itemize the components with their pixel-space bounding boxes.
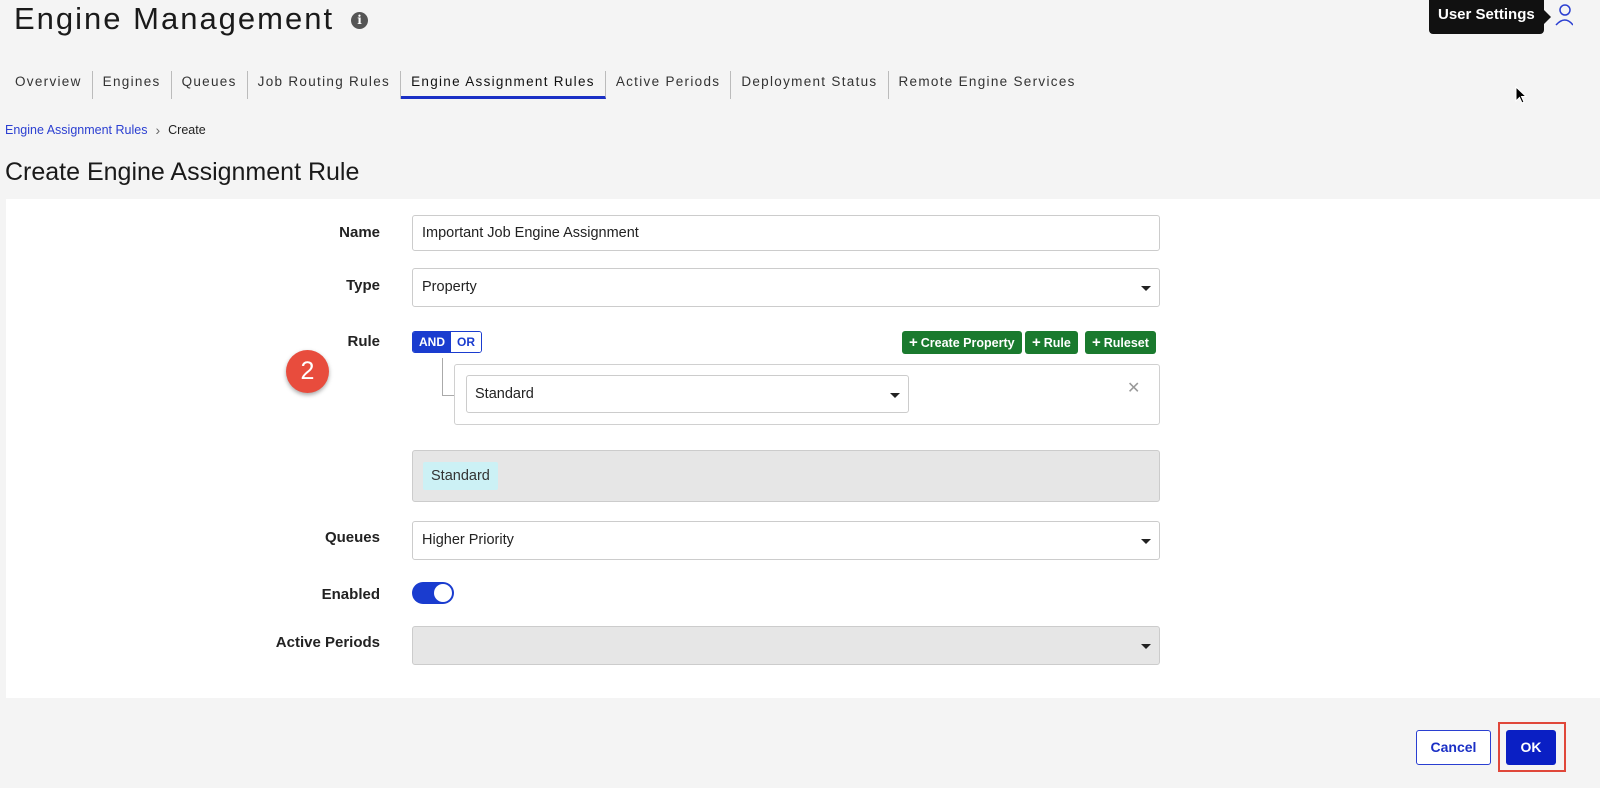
tab-overview[interactable]: Overview	[5, 71, 93, 99]
user-settings-tooltip: User Settings	[1429, 0, 1551, 34]
name-input[interactable]: Important Job Engine Assignment	[412, 215, 1160, 251]
add-rule-button[interactable]: + Rule	[1025, 331, 1078, 354]
chevron-down-icon	[1141, 286, 1151, 291]
tab-engines[interactable]: Engines	[93, 71, 172, 99]
create-property-label: Create Property	[920, 336, 1015, 350]
tab-queues[interactable]: Queues	[172, 71, 248, 99]
user-icon[interactable]	[1553, 3, 1573, 29]
add-rule-label: Rule	[1043, 336, 1071, 350]
cancel-button[interactable]: Cancel	[1416, 730, 1491, 765]
queues-select[interactable]: Higher Priority	[412, 521, 1160, 560]
ok-button[interactable]: OK	[1506, 730, 1556, 765]
breadcrumb: Engine Assignment Rules › Create	[5, 122, 206, 138]
type-select-value: Property	[422, 279, 477, 295]
queues-label: Queues	[324, 529, 380, 546]
tab-engine-assignment-rules[interactable]: Engine Assignment Rules	[401, 71, 606, 99]
tab-active-periods[interactable]: Active Periods	[606, 71, 732, 99]
chevron-down-icon	[890, 393, 900, 398]
enabled-toggle[interactable]	[412, 582, 454, 604]
chevron-down-icon	[1141, 539, 1151, 544]
toggle-knob	[434, 584, 452, 602]
chevron-right-icon: ›	[155, 122, 161, 138]
info-icon[interactable]: i	[351, 12, 368, 29]
tab-bar: Overview Engines Queues Job Routing Rule…	[5, 71, 1086, 99]
rule-preview-chip: Standard	[423, 462, 498, 490]
rule-property-value: Standard	[475, 386, 534, 402]
active-periods-select[interactable]	[412, 626, 1160, 665]
step-badge: 2	[286, 350, 329, 393]
tab-job-routing-rules[interactable]: Job Routing Rules	[248, 71, 402, 99]
rule-label: Rule	[347, 333, 380, 350]
and-button[interactable]: AND	[413, 332, 451, 352]
plus-icon: +	[1032, 334, 1041, 351]
or-button[interactable]: OR	[451, 332, 481, 352]
rule-property-select[interactable]: Standard	[466, 375, 909, 413]
app-title: Engine Management	[14, 1, 335, 36]
add-ruleset-button[interactable]: + Ruleset	[1085, 331, 1156, 354]
plus-icon: +	[909, 334, 918, 351]
add-ruleset-label: Ruleset	[1103, 336, 1149, 350]
type-select[interactable]: Property	[412, 268, 1160, 307]
active-periods-label: Active Periods	[275, 634, 380, 651]
plus-icon: +	[1092, 334, 1101, 351]
type-label: Type	[346, 277, 380, 294]
page-title: Create Engine Assignment Rule	[5, 158, 360, 186]
chevron-down-icon	[1141, 644, 1151, 649]
name-label: Name	[339, 224, 380, 241]
tab-deployment-status[interactable]: Deployment Status	[731, 71, 889, 99]
enabled-label: Enabled	[321, 586, 380, 603]
mouse-cursor-icon	[1515, 86, 1528, 104]
tab-remote-engine-services[interactable]: Remote Engine Services	[889, 71, 1086, 99]
create-property-button[interactable]: + Create Property	[902, 331, 1022, 354]
rule-tree-connector	[442, 358, 454, 396]
breadcrumb-parent-link[interactable]: Engine Assignment Rules	[5, 123, 147, 137]
queues-select-value: Higher Priority	[422, 532, 514, 548]
rule-preview	[412, 450, 1160, 502]
close-icon[interactable]: ✕	[1127, 378, 1140, 398]
breadcrumb-current: Create	[168, 123, 206, 137]
and-or-toggle: AND OR	[412, 331, 482, 353]
